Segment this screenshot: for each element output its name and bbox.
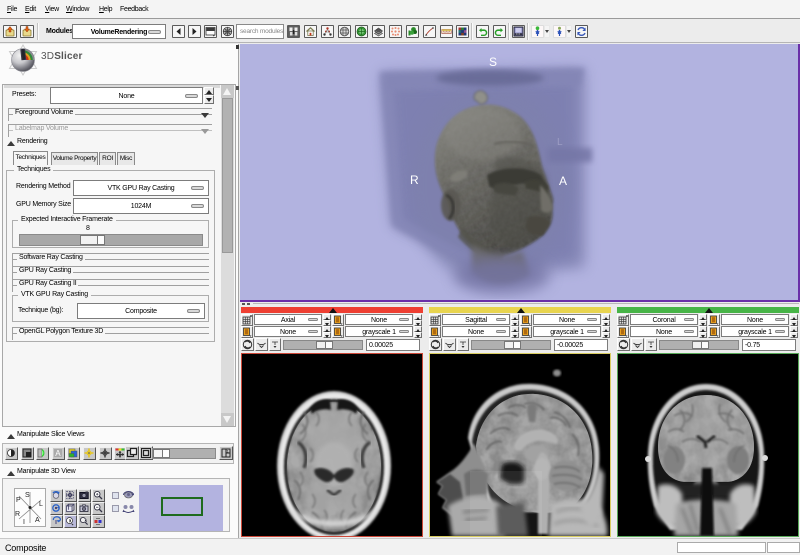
- svg-text:P: P: [16, 497, 21, 504]
- svg-text:I: I: [23, 519, 25, 526]
- svg-text:A: A: [35, 517, 40, 524]
- svg-text:A: A: [559, 174, 567, 188]
- svg-text:R: R: [15, 511, 20, 518]
- svg-text:L: L: [557, 137, 563, 148]
- svg-text:L: L: [39, 501, 43, 508]
- svg-text:3DSlicer: 3DSlicer: [41, 51, 83, 62]
- svg-text:S: S: [489, 55, 497, 69]
- svg-text:S: S: [25, 492, 30, 499]
- svg-text:A: A: [55, 449, 61, 458]
- svg-text:R: R: [410, 173, 419, 187]
